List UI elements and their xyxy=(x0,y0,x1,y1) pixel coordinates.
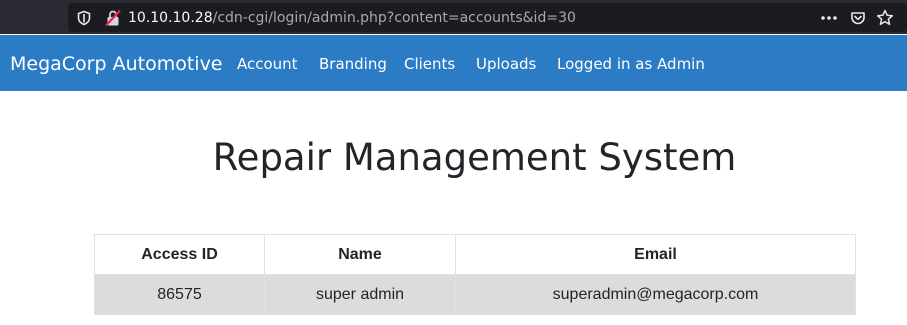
cell-email: superadmin@megacorp.com xyxy=(455,274,856,315)
browser-toolbar: 10.10.10.28/cdn-cgi/login/admin.php?cont… xyxy=(0,0,907,34)
url-host: 10.10.10.28 xyxy=(128,10,213,26)
url-path: /cdn-cgi/login/admin.php?content=account… xyxy=(212,10,576,26)
table-row: 86575 super admin superadmin@megacorp.co… xyxy=(94,274,856,315)
url-bar[interactable]: 10.10.10.28/cdn-cgi/login/admin.php?cont… xyxy=(68,3,907,32)
url-text[interactable]: 10.10.10.28/cdn-cgi/login/admin.php?cont… xyxy=(128,8,576,28)
brand-logo-link[interactable]: MegaCorp Automotive xyxy=(10,52,223,76)
bookmark-star-icon[interactable] xyxy=(876,9,894,32)
nav-link-branding[interactable]: Branding xyxy=(319,54,387,74)
insecure-lock-icon[interactable] xyxy=(105,9,121,32)
cell-name: super admin xyxy=(264,274,456,315)
nav-link-account[interactable]: Account xyxy=(237,54,298,74)
site-navbar: MegaCorp Automotive Account Branding Cli… xyxy=(0,35,907,91)
nav-link-uploads[interactable]: Uploads xyxy=(476,54,536,74)
page-title: Repair Management System xyxy=(212,136,737,179)
table-header-row: Access ID Name Email xyxy=(94,234,856,275)
nav-link-logged-in-user[interactable]: Logged in as Admin xyxy=(557,54,705,74)
column-header-access-id: Access ID xyxy=(94,234,265,275)
nav-link-clients[interactable]: Clients xyxy=(404,54,455,74)
cell-access-id: 86575 xyxy=(94,274,265,315)
more-actions-icon[interactable] xyxy=(820,11,838,29)
column-header-name: Name xyxy=(264,234,456,275)
accounts-table: Access ID Name Email 86575 super admin s… xyxy=(94,234,856,315)
column-header-email: Email xyxy=(455,234,856,275)
shield-icon[interactable] xyxy=(76,10,92,31)
pocket-icon[interactable] xyxy=(850,10,866,31)
